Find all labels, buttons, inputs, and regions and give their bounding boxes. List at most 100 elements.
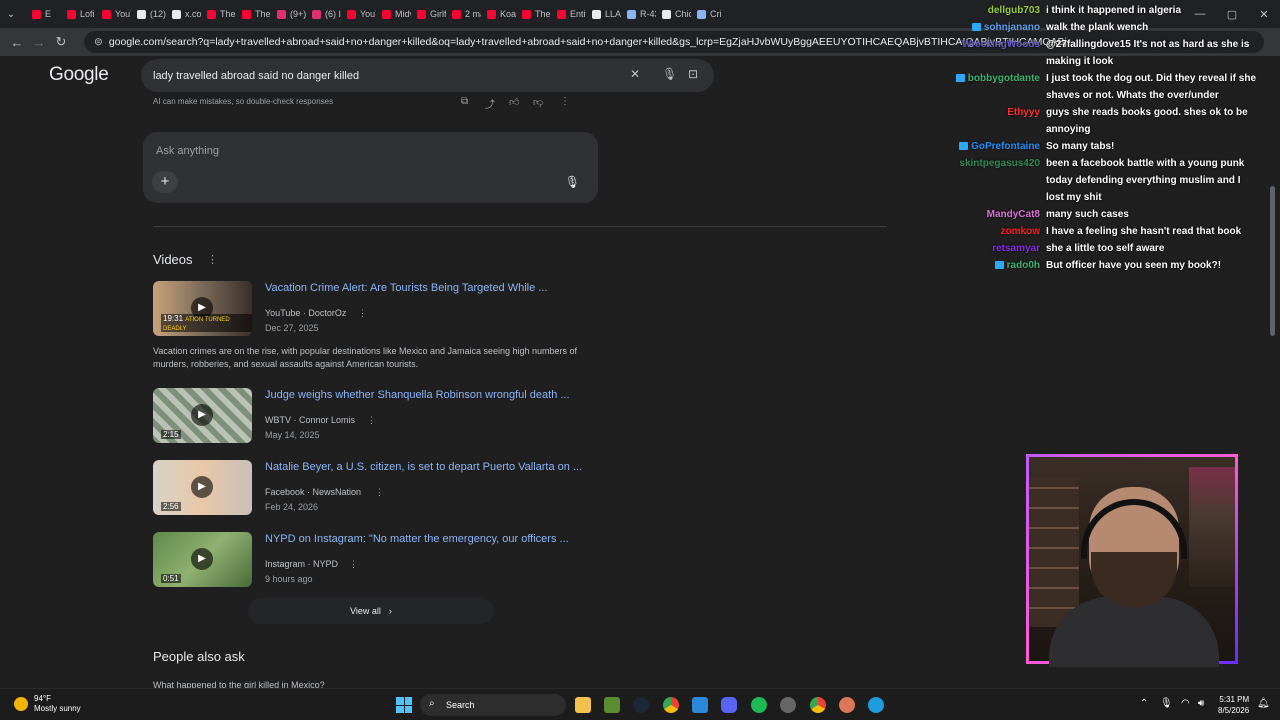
thumbs-up-icon[interactable]: 👍︎ — [509, 96, 519, 108]
video-title[interactable]: Vacation Crime Alert: Are Tourists Being… — [265, 282, 547, 294]
ask-anything-box[interactable]: Ask anything + 🎙︎ — [143, 132, 598, 203]
chrome-icon[interactable] — [663, 697, 679, 713]
video-more-icon[interactable]: ⋮ — [367, 415, 376, 426]
chat-username[interactable]: sohnjanano — [971, 19, 1040, 36]
notification-icon[interactable]: 🔔︎ — [1257, 698, 1270, 709]
clear-icon[interactable]: ✕ — [630, 67, 640, 81]
claude-icon[interactable] — [839, 697, 855, 713]
chat-text: i think it happened in algeria — [1046, 5, 1182, 16]
paa-question[interactable]: What happened to the girl killed in Mexi… — [153, 680, 325, 688]
taskbar-search[interactable]: ⌕ Search — [420, 694, 566, 716]
wifi-icon[interactable]: ◠ — [1181, 698, 1190, 709]
chat-username[interactable]: Ethyyy — [1007, 104, 1040, 121]
minecraft-icon[interactable] — [604, 697, 620, 713]
username-text: bobbygotdante — [967, 73, 1040, 84]
browser-tab[interactable]: (12) — [131, 2, 166, 26]
chat-username[interactable]: zomkow — [1001, 223, 1040, 240]
video-title[interactable]: Natalie Beyer, a U.S. citizen, is set to… — [265, 461, 582, 473]
view-all-button[interactable]: View all › — [248, 598, 494, 624]
browser-tab[interactable]: Lofi — [61, 2, 96, 26]
video-thumbnail[interactable]: ▶ 0:51 — [153, 532, 252, 587]
chat-username[interactable]: MandyCat8 — [987, 206, 1040, 223]
chat-username[interactable]: GoPrefontaine — [959, 138, 1040, 155]
weather-widget[interactable]: 94°F Mostly sunny — [14, 694, 81, 714]
reload-icon[interactable]: ↻ — [50, 34, 72, 50]
video-title[interactable]: NYPD on Instagram: "No matter the emerge… — [265, 533, 569, 545]
browser-tab[interactable]: Koal — [481, 2, 516, 26]
tray-chevron-icon[interactable]: ⌃ — [1140, 698, 1148, 709]
video-thumbnail[interactable]: ▶ 19:31 ATION TURNED DEADLY — [153, 281, 252, 336]
add-icon[interactable]: + — [152, 171, 178, 193]
video-more-icon[interactable]: ⋮ — [375, 487, 384, 498]
share-icon[interactable]: ⤴ — [485, 96, 495, 111]
spotify-icon[interactable] — [751, 697, 767, 713]
browser-tab[interactable]: YouT — [341, 2, 376, 26]
file-explorer-icon[interactable] — [575, 697, 591, 713]
browser-tab[interactable]: Girlf — [411, 2, 446, 26]
chat-text: guys she reads books good. shes ok to be… — [1046, 107, 1248, 135]
browser-tab[interactable]: (6) In — [306, 2, 341, 26]
settings-icon[interactable] — [780, 697, 796, 713]
site-info-icon[interactable]: ⊜ — [94, 36, 103, 48]
edge-icon[interactable] — [868, 697, 884, 713]
chat-username[interactable]: retsamyar — [992, 240, 1040, 257]
duration: 2:56 — [161, 502, 181, 511]
play-icon: ▶ — [191, 404, 213, 426]
browser-tab[interactable]: The — [201, 2, 236, 26]
browser-tab[interactable]: Entit — [551, 2, 586, 26]
start-button[interactable] — [396, 697, 412, 713]
video-thumbnail[interactable]: ▶ 2:15 — [153, 388, 252, 443]
temperature: 94°F — [34, 694, 51, 703]
steam-icon[interactable] — [633, 697, 649, 713]
browser-tab[interactable]: 2 ma — [446, 2, 481, 26]
scrollbar[interactable] — [1270, 186, 1275, 336]
mic-tray-icon[interactable]: 🎙︎ — [1160, 698, 1173, 709]
browser-tab[interactable]: Cri — [691, 2, 726, 26]
browser-tab[interactable]: The — [516, 2, 551, 26]
back-icon[interactable]: ← — [6, 35, 28, 50]
search-input[interactable]: lady travelled abroad said no danger kil… — [141, 59, 714, 92]
discord-icon[interactable] — [721, 697, 737, 713]
forward-icon[interactable]: → — [28, 35, 50, 50]
mic-icon[interactable]: 🎙︎ — [565, 175, 580, 189]
chat-text: @27fallingdove15 It's not as hard as she… — [1046, 39, 1250, 67]
tab-label: x.con — [185, 9, 201, 19]
tab-list-chevron-icon[interactable]: ⌄ — [0, 9, 22, 20]
clock[interactable]: 5:31 PM 8/5/2026 — [1218, 694, 1249, 716]
chat-username[interactable]: bobbygotdante — [955, 70, 1040, 87]
more-icon[interactable]: ⋮ — [560, 96, 570, 107]
video-source: YouTube · DoctorOz — [265, 308, 347, 318]
browser-tab[interactable]: (9+) — [271, 2, 306, 26]
lens-icon[interactable]: ⊡ — [688, 67, 698, 81]
tabs: E Lofi YouT (12) x.con The The (9+) (6) In YouT Mi… — [26, 2, 726, 26]
copy-icon[interactable]: ⧉ — [461, 96, 468, 107]
app-icon[interactable] — [692, 697, 708, 713]
browser-tab[interactable]: LLA — [586, 2, 621, 26]
chat-username[interactable]: rado0h — [994, 257, 1040, 274]
browser-tab[interactable]: R-43 — [621, 2, 656, 26]
google-logo[interactable]: Google — [49, 64, 109, 86]
video-more-icon[interactable]: ⋮ — [358, 308, 367, 319]
voice-search-icon[interactable]: 🎙︎ — [662, 67, 677, 81]
browser-tab[interactable]: YouT — [96, 2, 131, 26]
volume-icon[interactable]: 🔊︎ — [1198, 698, 1204, 709]
tab-label: (12) — [150, 9, 166, 19]
chrome-active-icon[interactable] — [810, 697, 826, 713]
browser-tab[interactable]: Chic — [656, 2, 691, 26]
video-title[interactable]: Judge weighs whether Shanquella Robinson… — [265, 389, 570, 401]
browser-tab[interactable]: The — [236, 2, 271, 26]
video-date: Feb 24, 2026 — [265, 502, 319, 512]
chat-username[interactable]: skintpegasus420 — [959, 155, 1040, 172]
browser-tab[interactable]: Midv — [376, 2, 411, 26]
video-more-icon[interactable]: ⋮ — [349, 559, 358, 570]
play-icon: ▶ — [191, 548, 213, 570]
chat-username[interactable]: WreckingWoods — [962, 36, 1040, 53]
video-description: Vacation crimes are on the rise, with po… — [153, 346, 578, 369]
chat-username[interactable]: dellgub703 — [988, 2, 1040, 19]
thumbs-down-icon[interactable]: 👎︎ — [533, 96, 543, 108]
browser-tab[interactable]: x.con — [166, 2, 201, 26]
browser-tab[interactable]: E — [26, 2, 61, 26]
videos-more-icon[interactable]: ⋮ — [207, 253, 218, 266]
video-thumbnail[interactable]: ▶ 2:56 — [153, 460, 252, 515]
tab-favicon-icon — [312, 9, 321, 19]
